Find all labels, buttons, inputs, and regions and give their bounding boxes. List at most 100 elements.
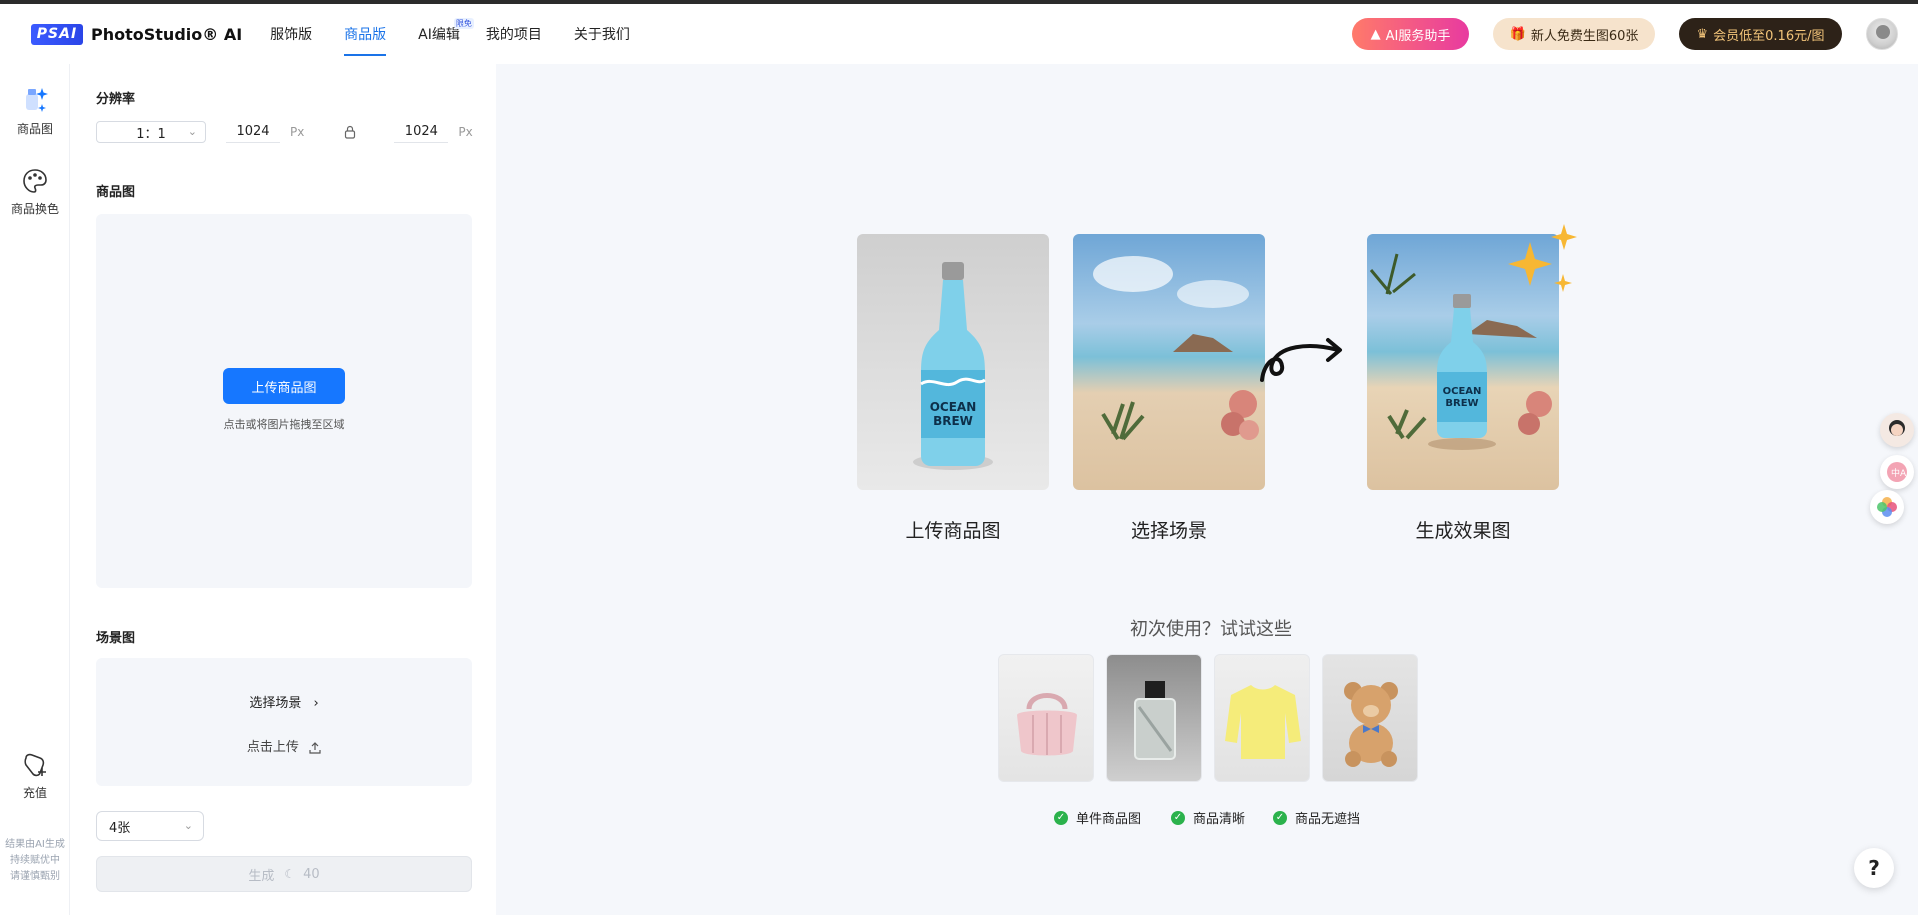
curved-arrow-icon	[1260, 338, 1342, 382]
chevron-down-icon: ⌄	[183, 819, 193, 832]
bottle-label-line: OCEAN	[1442, 386, 1482, 397]
nav-label: 关于我们	[573, 27, 630, 43]
chevron-right-icon: ›	[313, 696, 319, 711]
free-badge: 限免	[453, 18, 474, 29]
translate-icon[interactable]: 中A	[1880, 455, 1914, 489]
new-user-offer-label: 新人免费生图60张	[1530, 28, 1639, 44]
lock-icon[interactable]	[344, 125, 356, 139]
rail-item-recolor[interactable]: 商品换色	[0, 166, 70, 217]
disclaimer-line: 结果由AI生成	[5, 839, 65, 850]
scene-image-title: 场景图	[96, 631, 136, 646]
logo-badge: PSAI	[31, 23, 83, 45]
recharge-button[interactable]: 充值	[0, 750, 70, 801]
step-caption-scene: 选择场景	[1130, 520, 1207, 542]
nav-item-ai-edit[interactable]: AI编辑 限免	[418, 4, 474, 64]
main-canvas: OCEAN BREW OCEAN BREW 上传商品图 选择场景 生成效果图 初…	[496, 64, 1918, 915]
image-count-value: 4张	[109, 820, 131, 836]
resolution-title: 分辨率	[96, 92, 136, 107]
brand-name: PhotoStudio® AI	[91, 24, 243, 44]
nav-label: 我的项目	[485, 27, 542, 43]
step-caption-upload: 上传商品图	[905, 520, 1001, 542]
new-user-offer-button[interactable]: 🎁 新人免费生图60张	[1493, 18, 1655, 50]
flame-icon: ▲	[1370, 26, 1381, 42]
requirement-item: ✓ 商品无遮挡	[1273, 808, 1360, 827]
height-input[interactable]	[394, 121, 449, 143]
scene-upload-button[interactable]: 点击上传	[96, 736, 472, 755]
requirement-label: 商品清晰	[1193, 812, 1246, 827]
palette-icon	[20, 166, 50, 196]
bottle-label: OCEAN BREW	[1437, 386, 1487, 410]
scene-upload-label: 点击上传	[246, 740, 299, 755]
nav-item-about[interactable]: 关于我们	[574, 4, 630, 64]
bottle-label: OCEAN BREW	[921, 400, 985, 428]
recharge-label: 充值	[22, 786, 47, 800]
check-icon: ✓	[1171, 810, 1185, 825]
header-actions: ▲ AI服务助手 🎁 新人免费生图60张 ♛ 会员低至0.16元/图	[1352, 4, 1918, 64]
rail-item-product-image[interactable]: 商品图	[0, 86, 70, 137]
nav-item-product[interactable]: 商品版	[344, 4, 387, 64]
generate-button[interactable]: 生成 ☾ 40	[96, 856, 472, 892]
sample-handbag[interactable]	[998, 654, 1094, 782]
height-unit: Px	[458, 125, 473, 139]
nav-item-apparel[interactable]: 服饰版	[270, 4, 312, 64]
settings-panel: 分辨率 1：1 ⌄ Px Px 商品图 上传商品图 点击或将图片拖拽至区域 场景…	[70, 64, 496, 915]
requirement-item: ✓ 单件商品图	[1054, 808, 1141, 827]
choose-scene-button[interactable]: 选择场景 ›	[96, 692, 472, 711]
top-header: PSAI PhotoStudio® AI 服饰版 商品版 AI编辑 限免 我的项目…	[0, 4, 1918, 64]
try-samples-title: 初次使用？试试这些	[1130, 619, 1292, 640]
user-avatar[interactable]	[1866, 18, 1898, 50]
demo-scene-image	[1073, 234, 1265, 490]
vip-offer-button[interactable]: ♛ 会员低至0.16元/图	[1679, 18, 1842, 50]
image-count-select[interactable]: 4张 ⌄	[96, 811, 204, 841]
generate-label: 生成	[248, 868, 275, 884]
chevron-down-icon: ⌄	[187, 125, 197, 138]
requirement-label: 单件商品图	[1076, 812, 1142, 827]
crown-icon: ♛	[1696, 26, 1709, 42]
assistant-avatar-button[interactable]	[1880, 413, 1914, 447]
recharge-icon	[20, 750, 50, 780]
credit-icon: ☾	[284, 867, 296, 881]
ratio-select[interactable]: 1：1 ⌄	[96, 121, 206, 143]
requirement-label: 商品无遮挡	[1295, 812, 1361, 827]
ai-assistant-label: AI服务助手	[1385, 28, 1451, 44]
ai-assistant-button[interactable]: ▲ AI服务助手	[1352, 18, 1469, 50]
sparkle-icon	[1508, 224, 1577, 292]
step-caption-result: 生成效果图	[1415, 520, 1511, 542]
ai-disclaimer: 结果由AI生成 持续赋优中 请谨慎甄别	[0, 837, 70, 885]
left-rail: 商品图 商品换色 充值 结果由AI生成 持续赋优中 请谨慎甄别	[0, 64, 70, 915]
sample-teddy-bear[interactable]	[1322, 654, 1418, 782]
bottle-label-line: OCEAN	[929, 400, 977, 414]
upload-product-button[interactable]: 上传商品图	[223, 368, 345, 404]
disclaimer-line: 持续赋优中	[10, 855, 60, 866]
disclaimer-line: 请谨慎甄别	[10, 871, 60, 882]
svg-text:中A: 中A	[1891, 467, 1907, 479]
nav-item-my-projects[interactable]: 我的项目	[486, 4, 542, 64]
scene-box: 选择场景 › 点击上传	[96, 658, 472, 786]
resolution-row: 1：1 ⌄ Px Px	[96, 121, 473, 143]
choose-scene-label: 选择场景	[249, 696, 302, 711]
width-input[interactable]	[226, 121, 280, 143]
ratio-value: 1：1	[136, 126, 166, 142]
upload-icon	[309, 741, 321, 754]
product-image-title: 商品图	[96, 185, 136, 200]
rail-item-label: 商品图	[16, 122, 53, 136]
width-unit: Px	[290, 125, 305, 139]
nav-label: 服饰版	[270, 27, 313, 43]
demo-product-image: OCEAN BREW	[857, 234, 1049, 490]
product-upload-dropzone[interactable]: 上传商品图 点击或将图片拖拽至区域	[96, 214, 472, 588]
gift-icon: 🎁	[1509, 26, 1526, 42]
main-nav: 服饰版 商品版 AI编辑 限免 我的项目 关于我们	[270, 4, 662, 64]
sample-sweater[interactable]	[1214, 654, 1310, 782]
vip-offer-label: 会员低至0.16元/图	[1713, 28, 1825, 44]
check-icon: ✓	[1273, 810, 1287, 825]
brand-logo[interactable]: PSAI PhotoStudio® AI	[31, 23, 243, 45]
sample-perfume[interactable]	[1106, 654, 1202, 782]
requirement-item: ✓ 商品清晰	[1171, 808, 1245, 827]
help-button[interactable]: ?	[1854, 848, 1894, 888]
bottle-label-line: BREW	[1445, 398, 1479, 409]
rail-item-label: 商品换色	[10, 202, 59, 216]
nav-label: 商品版	[344, 27, 387, 43]
photos-app-icon[interactable]	[1870, 490, 1904, 524]
generate-cost: 40	[303, 866, 320, 882]
check-icon: ✓	[1054, 810, 1068, 825]
